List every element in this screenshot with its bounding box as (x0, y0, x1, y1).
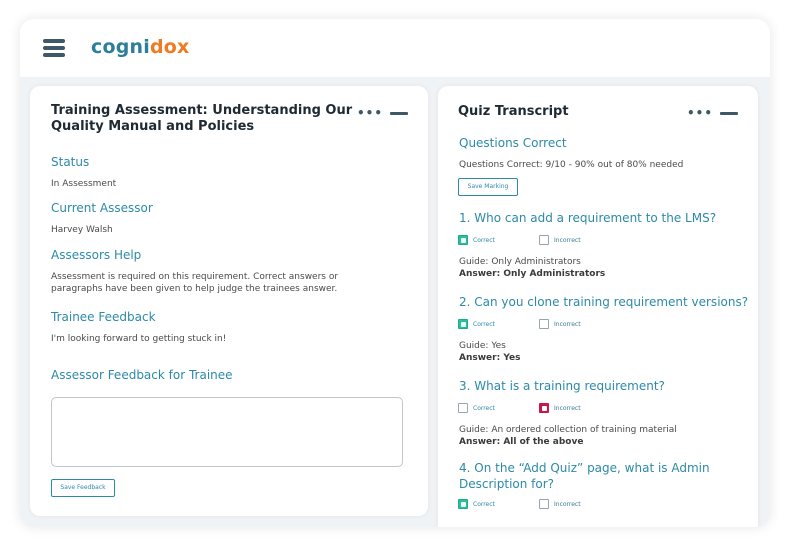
checkbox-checked-icon (458, 499, 468, 509)
q2-correct-checkbox[interactable]: Correct (458, 319, 495, 329)
hamburger-menu-icon[interactable] (43, 39, 65, 57)
incorrect-label: Incorrect (554, 500, 581, 508)
quiz-transcript-title: Quiz Transcript (458, 104, 569, 119)
question-1: 1. Who can add a requirement to the LMS? (459, 211, 717, 225)
more-options-icon[interactable]: ••• (357, 107, 383, 119)
questions-correct-text: Questions Correct: 9/10 - 90% out of 80%… (459, 160, 684, 170)
q4-incorrect-checkbox[interactable]: Incorrect (539, 499, 581, 509)
checkbox-empty-icon (539, 499, 549, 509)
save-marking-button[interactable]: Save Marking (458, 178, 518, 196)
assessment-card: Training Assessment: Understanding Our Q… (30, 86, 428, 516)
logo-text-part1: cogni (91, 36, 150, 58)
status-value: In Assessment (51, 179, 117, 189)
card-tools: ••• (687, 107, 738, 119)
incorrect-label: Incorrect (554, 320, 581, 328)
app-window: cognidox Training Assessment: Understand… (20, 19, 770, 527)
q2-guide: Guide: Yes Answer: Yes (459, 340, 520, 364)
q3-guide: Guide: An ordered collection of training… (459, 424, 677, 448)
correct-label: Correct (473, 320, 495, 328)
logo-text-part2: dox (149, 36, 190, 58)
assessment-title: Training Assessment: Understanding Our Q… (51, 103, 353, 134)
checkbox-checked-icon (458, 235, 468, 245)
card-tools: ••• (357, 107, 408, 119)
guide-text: Guide: An ordered collection of training… (459, 425, 677, 435)
collapse-icon[interactable] (720, 111, 738, 115)
incorrect-label: Incorrect (554, 404, 581, 412)
question-3: 3. What is a training requirement? (459, 379, 665, 393)
question-2: 2. Can you clone training requirement ve… (459, 295, 749, 309)
answer-text: Answer: Yes (459, 353, 521, 363)
questions-correct-heading: Questions Correct (459, 136, 567, 150)
answer-text: Answer: All of the above (459, 437, 584, 447)
assessors-help-text: Assessment is required on this requireme… (51, 272, 339, 294)
trainee-feedback-text: I'm looking forward to getting stuck in! (51, 334, 227, 344)
answer-text: Answer: Only Administrators (459, 269, 606, 279)
assessors-help-heading: Assessors Help (51, 248, 142, 262)
assessor-feedback-heading: Assessor Feedback for Trainee (51, 368, 233, 382)
question-4: 4. On the “Add Quiz” page, what is Admin… (459, 461, 710, 491)
checkbox-empty-icon (539, 235, 549, 245)
current-assessor-value: Harvey Walsh (51, 225, 113, 235)
status-heading: Status (51, 155, 90, 169)
correct-label: Correct (473, 404, 495, 412)
top-bar: cognidox (20, 19, 770, 77)
collapse-icon[interactable] (390, 111, 408, 115)
guide-text: Guide: Only Administrators (459, 257, 581, 267)
cognidox-logo[interactable]: cognidox (91, 36, 189, 58)
correct-label: Correct (473, 236, 495, 244)
checkbox-empty-icon (458, 403, 468, 413)
checkbox-empty-icon (539, 319, 549, 329)
trainee-feedback-heading: Trainee Feedback (51, 310, 156, 324)
assessor-feedback-input[interactable] (51, 397, 403, 467)
q4-correct-checkbox[interactable]: Correct (458, 499, 495, 509)
q1-guide: Guide: Only Administrators Answer: Only … (459, 256, 605, 280)
checkbox-checked-icon (458, 319, 468, 329)
correct-label: Correct (473, 500, 495, 508)
q2-incorrect-checkbox[interactable]: Incorrect (539, 319, 581, 329)
q3-incorrect-checkbox[interactable]: Incorrect (539, 403, 581, 413)
checkbox-checked-icon (539, 403, 549, 413)
save-feedback-button[interactable]: Save Feedback (51, 479, 115, 497)
q1-correct-checkbox[interactable]: Correct (458, 235, 495, 245)
guide-text: Guide: Yes (459, 341, 506, 351)
more-options-icon[interactable]: ••• (687, 107, 713, 119)
current-assessor-heading: Current Assessor (51, 201, 153, 215)
quiz-transcript-card: Quiz Transcript ••• Questions Correct Qu… (438, 86, 758, 527)
q3-correct-checkbox[interactable]: Correct (458, 403, 495, 413)
incorrect-label: Incorrect (554, 236, 581, 244)
q1-incorrect-checkbox[interactable]: Incorrect (539, 235, 581, 245)
